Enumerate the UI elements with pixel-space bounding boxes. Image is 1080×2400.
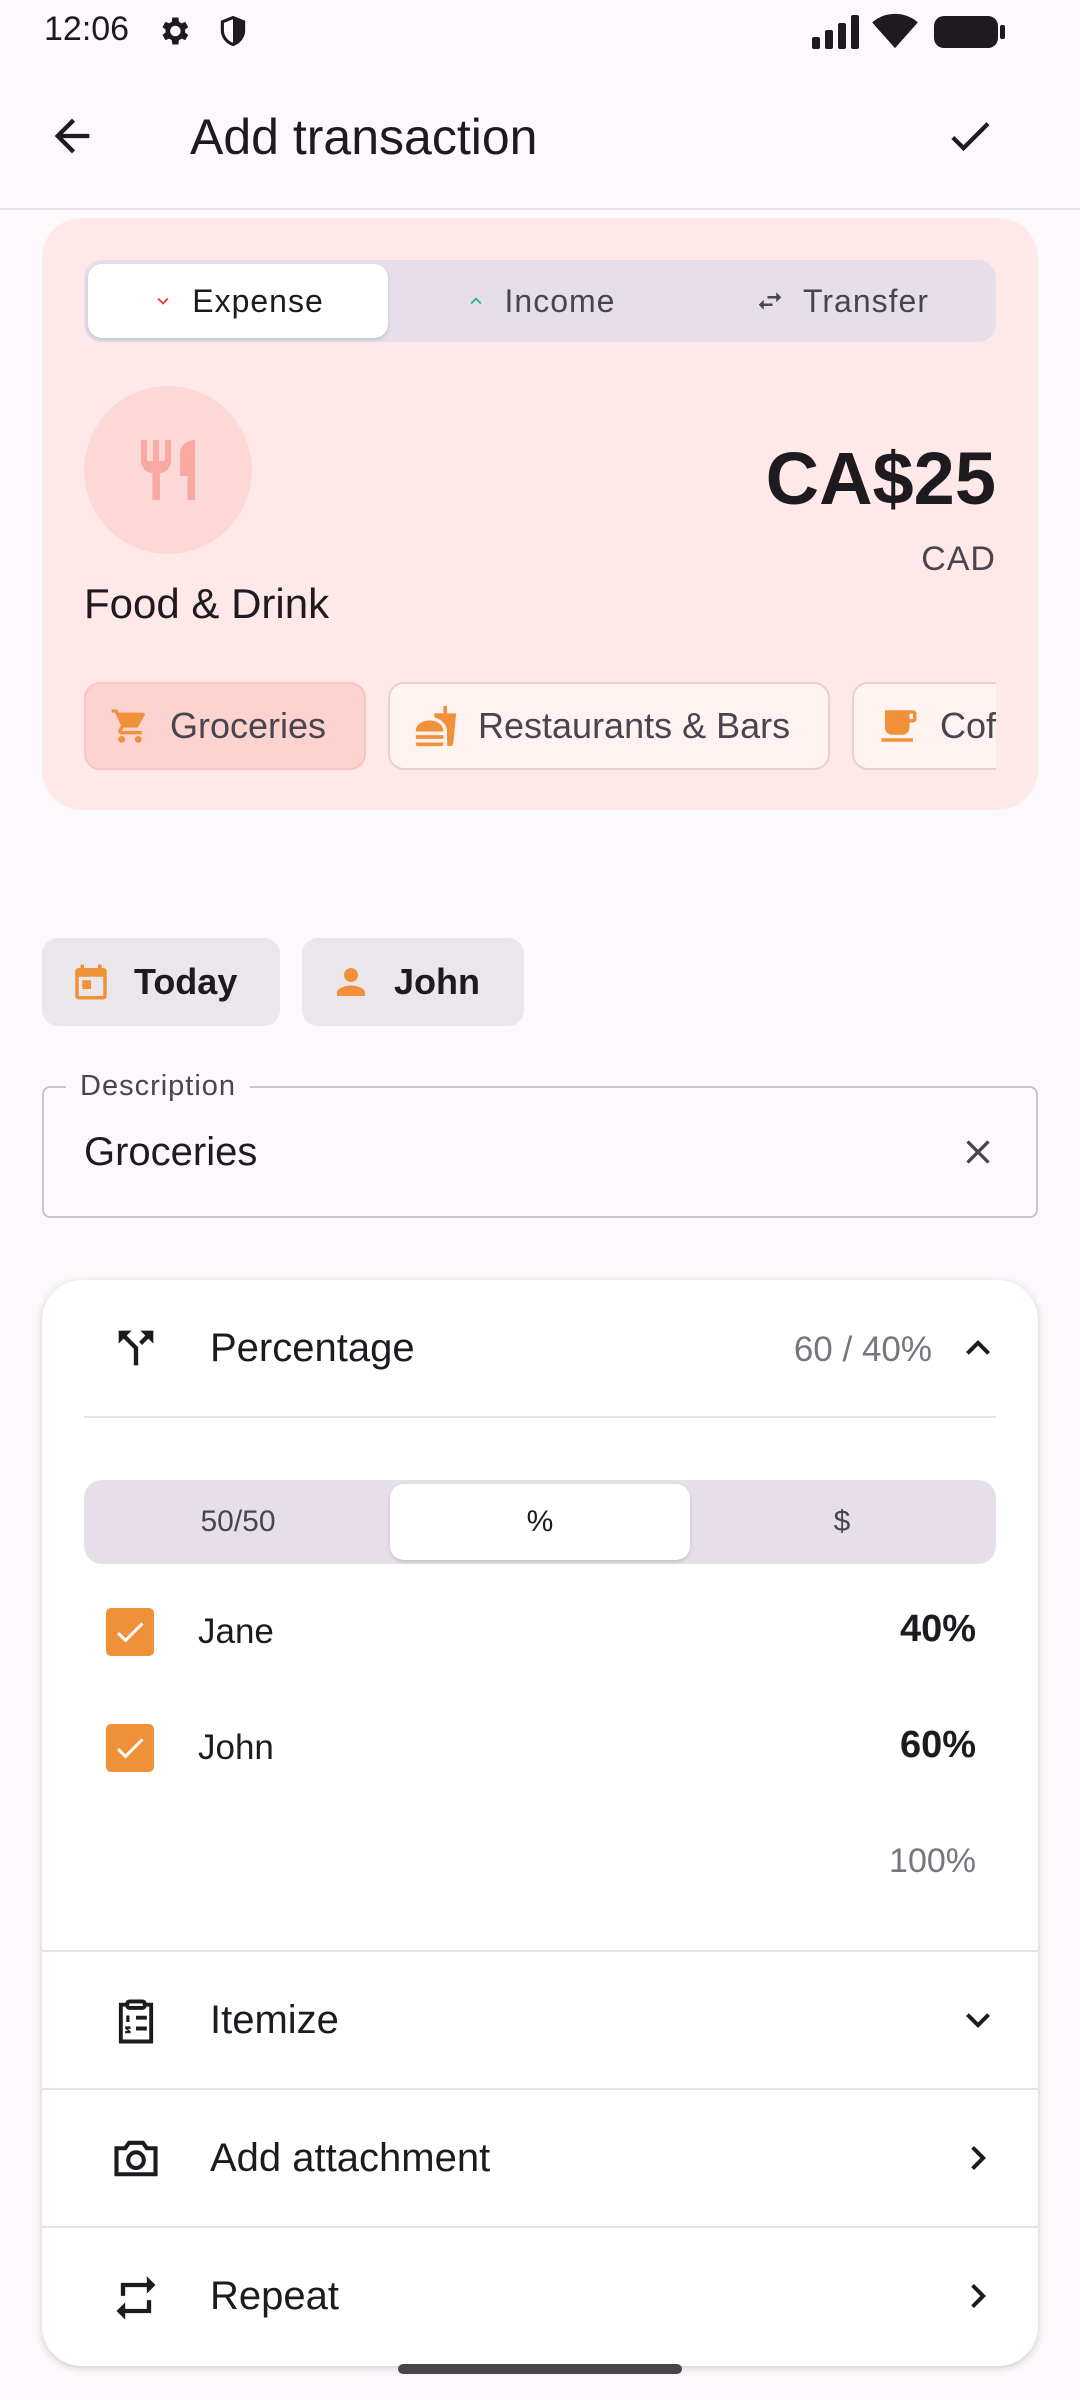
itemize-label: Itemize: [210, 1998, 339, 2042]
tab-label: Income: [504, 282, 616, 319]
repeat-row[interactable]: Repeat: [42, 2228, 1038, 2364]
settings-icon: [156, 13, 192, 49]
person-name: John: [198, 1728, 274, 1767]
food-icon: [414, 704, 458, 748]
chevron-right-icon: [954, 2134, 1002, 2182]
transaction-type-tabs: Expense Income Transfer: [84, 260, 996, 342]
chevron-up-icon: [465, 290, 487, 312]
chevron-down-icon: [954, 1996, 1002, 2044]
person-percent[interactable]: 60%: [900, 1724, 976, 1767]
coffee-icon: [878, 705, 920, 747]
tab-percent-split[interactable]: %: [390, 1484, 690, 1560]
tab-income[interactable]: Income: [390, 264, 690, 338]
repeat-label: Repeat: [210, 2274, 339, 2318]
repeat-icon: [110, 2272, 162, 2324]
wifi-icon: [872, 12, 918, 50]
transfer-arrows-icon: [755, 286, 785, 316]
split-icon: [110, 1322, 162, 1374]
split-person-row[interactable]: Jane 40%: [42, 1582, 1038, 1682]
chip-coffee[interactable]: Coffee: [852, 682, 996, 770]
split-label: Percentage: [210, 1326, 415, 1370]
save-check-icon[interactable]: [944, 110, 996, 162]
split-mode-tabs: 50/50 % $: [84, 1480, 996, 1564]
description-label: Description: [66, 1070, 251, 1103]
fork-knife-icon: [132, 432, 204, 508]
home-indicator[interactable]: [398, 2364, 682, 2374]
chip-label: Coffee: [940, 705, 996, 746]
attachment-label: Add attachment: [210, 2136, 491, 2180]
chevron-right-icon: [954, 2272, 1002, 2320]
page-title: Add transaction: [190, 109, 538, 165]
signal-icon: [812, 15, 860, 49]
person-label: John: [394, 961, 480, 1002]
tab-equal-split[interactable]: 50/50: [88, 1484, 388, 1560]
description-input[interactable]: Groceries: [84, 1130, 257, 1175]
itemize-row[interactable]: Itemize: [42, 1952, 1038, 2088]
app-bar: Add transaction: [0, 62, 1080, 210]
chip-label: Groceries: [170, 705, 327, 746]
subcategory-chips: Groceries Restaurants & Bars Coffee: [84, 680, 996, 772]
split-value: 60 / 40%: [793, 1330, 932, 1369]
split-header[interactable]: Percentage 60 / 40%: [42, 1280, 1038, 1416]
camera-icon: [110, 2132, 162, 2184]
divider: [84, 1416, 996, 1418]
category-name: Food & Drink: [84, 580, 330, 627]
back-arrow-icon[interactable]: [46, 110, 98, 162]
split-total: 100%: [889, 1842, 976, 1880]
split-person-row[interactable]: John 60%: [42, 1698, 1038, 1798]
amount-value[interactable]: CA$25: [766, 436, 996, 521]
tab-expense[interactable]: Expense: [88, 264, 388, 338]
description-field[interactable]: Description Groceries: [42, 1070, 1038, 1218]
date-label: Today: [134, 961, 238, 1002]
person-chip[interactable]: John: [302, 938, 524, 1026]
clear-icon[interactable]: [958, 1132, 998, 1172]
clipboard-list-icon: [110, 1996, 162, 2048]
category-icon-button[interactable]: [84, 386, 252, 554]
date-chip[interactable]: Today: [42, 938, 280, 1026]
chevron-down-icon: [152, 290, 174, 312]
chip-label: Restaurants & Bars: [478, 705, 791, 746]
person-icon: [330, 961, 372, 1003]
status-time: 12:06: [44, 10, 130, 48]
tab-amount-split[interactable]: $: [692, 1484, 992, 1560]
checkbox-jane[interactable]: [106, 1608, 154, 1656]
status-bar: 12:06: [0, 0, 1080, 62]
add-attachment-row[interactable]: Add attachment: [42, 2090, 1038, 2226]
tab-label: Expense: [192, 282, 324, 319]
person-percent[interactable]: 40%: [900, 1608, 976, 1651]
chip-groceries[interactable]: Groceries: [84, 682, 366, 770]
battery-icon: [934, 14, 1006, 50]
checkbox-john[interactable]: [106, 1724, 154, 1772]
calendar-icon: [70, 961, 112, 1003]
cart-icon: [110, 706, 150, 746]
currency-code[interactable]: CAD: [921, 540, 996, 579]
split-card: Percentage 60 / 40% 50/50 % $ Jane 40% J…: [42, 1280, 1038, 2366]
shield-icon: [216, 13, 250, 49]
chip-restaurants-bars[interactable]: Restaurants & Bars: [388, 682, 830, 770]
tab-transfer[interactable]: Transfer: [692, 264, 992, 338]
category-card: Expense Income Transfer Food & Drink CA$…: [42, 218, 1038, 810]
person-name: Jane: [198, 1612, 274, 1651]
tab-label: Transfer: [803, 282, 929, 319]
chevron-up-icon: [954, 1324, 1002, 1372]
